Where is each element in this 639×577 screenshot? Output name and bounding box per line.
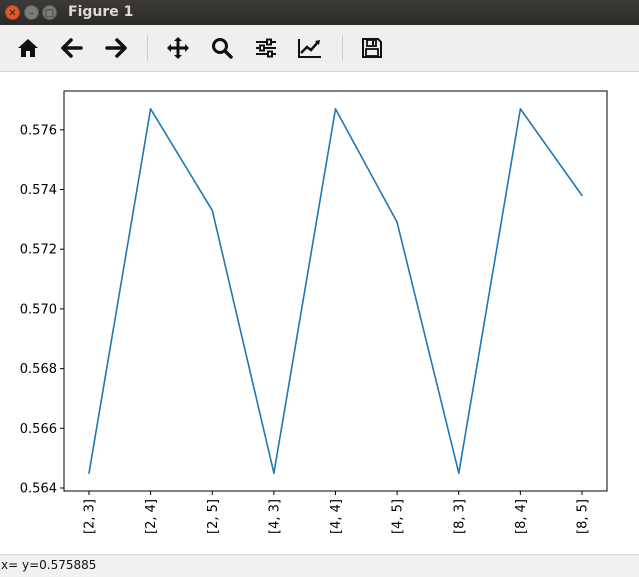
configure-subplots-button[interactable] (250, 32, 282, 64)
edit-axis-button[interactable] (294, 32, 326, 64)
pan-icon (167, 37, 189, 59)
back-arrow-icon (61, 38, 83, 58)
forward-arrow-icon (105, 38, 127, 58)
home-button[interactable] (12, 32, 44, 64)
data-point (273, 472, 275, 474)
status-bar: x= y=0.575885 (0, 554, 639, 577)
line-chart: 0.564 0.566 0.568 0.570 0.572 0.574 0.576 [2, 3… (20, 90, 608, 534)
configure-subplots-icon (256, 38, 276, 58)
forward-button[interactable] (100, 32, 132, 64)
minimize-icon[interactable]: – (24, 5, 39, 20)
y-tick-label: 0.564 (20, 482, 57, 497)
toolbar-separator (147, 35, 148, 61)
y-tick-label: 0.574 (20, 183, 57, 198)
data-point (88, 472, 90, 474)
cursor-readout: x= y=0.575885 (1, 558, 97, 572)
y-tick-label: 0.572 (20, 243, 57, 258)
data-point (457, 472, 460, 474)
close-icon[interactable]: ✕ (5, 5, 20, 20)
x-tick-label: [2, 5] (206, 499, 221, 534)
x-tick-label: [8, 5] (576, 499, 591, 534)
x-tick-label: [2, 4] (144, 499, 159, 534)
data-point (149, 108, 152, 110)
y-tick-label: 0.568 (20, 362, 57, 377)
x-tick-label: [8, 3] (452, 499, 467, 534)
data-point (334, 108, 337, 110)
data-point (581, 194, 583, 197)
y-tick-label: 0.576 (20, 123, 57, 138)
x-tick-label: [4, 5] (391, 499, 406, 534)
pan-button[interactable] (162, 32, 194, 64)
edit-axis-icon (298, 39, 321, 58)
x-tick-label: [4, 3] (267, 499, 282, 534)
save-icon (362, 38, 382, 58)
y-tick-label: 0.570 (20, 302, 57, 317)
data-point (519, 108, 522, 110)
y-tick-label: 0.566 (20, 422, 57, 437)
window-title: Figure 1 (68, 4, 134, 20)
toolbar-separator (342, 35, 343, 61)
title-bar: ✕ – □ Figure 1 (0, 0, 639, 25)
x-tick-label: [8, 4] (514, 499, 529, 534)
toolbar (0, 25, 639, 72)
maximize-icon[interactable]: □ (42, 5, 57, 20)
back-button[interactable] (56, 32, 88, 64)
zoom-icon (212, 38, 233, 59)
data-point (211, 209, 214, 212)
series-line (88, 108, 583, 474)
zoom-button[interactable] (206, 32, 238, 64)
x-tick-label: [4, 4] (329, 499, 344, 534)
data-point (396, 221, 398, 224)
home-icon (18, 39, 38, 57)
axes-frame (63, 90, 608, 492)
figure-canvas[interactable]: 0.564 0.566 0.568 0.570 0.572 0.574 0.576 [2, 3… (0, 72, 639, 554)
x-tick-label: [2, 3] (83, 499, 98, 534)
save-button[interactable] (356, 32, 388, 64)
